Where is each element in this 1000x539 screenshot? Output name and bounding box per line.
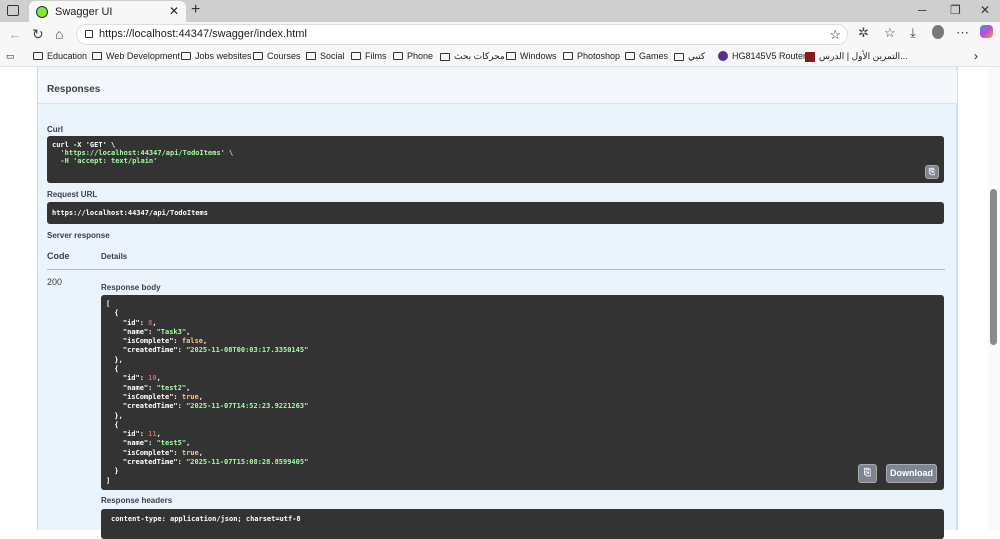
status-code: 200 (47, 277, 63, 287)
extensions-icon[interactable]: ✲ (858, 25, 869, 41)
url-text: https://localhost:44347/swagger/index.ht… (99, 28, 307, 40)
close-tab-icon[interactable]: ✕ (169, 4, 179, 18)
page-content: Responses Curl curl -X 'GET' \ 'https://… (0, 67, 988, 539)
curl-label: Curl (47, 125, 63, 134)
bookmark-folder[interactable]: Social (306, 51, 345, 61)
lock-icon (85, 30, 93, 38)
bookmark-lesson[interactable]: التمرين الأول | الدرس... (805, 51, 908, 62)
minimize-button[interactable]: ─ (918, 3, 927, 17)
swagger-logo-icon (36, 5, 48, 18)
sidebar-toggle-icon[interactable] (7, 5, 19, 16)
copy-response-icon[interactable]: ⎘ (858, 464, 877, 483)
bookmark-folder[interactable]: Courses (253, 51, 301, 61)
scrollbar-thumb[interactable] (990, 189, 997, 345)
copy-curl-icon[interactable]: ⎘ (925, 165, 939, 179)
download-button[interactable]: Download (886, 464, 937, 483)
restore-button[interactable]: ❐ (950, 3, 961, 17)
tab-title: Swagger UI (55, 5, 113, 18)
tab-swagger[interactable]: Swagger UI ✕ (29, 1, 186, 22)
page-scrollbar[interactable] (988, 67, 1000, 530)
favorite-star-icon[interactable]: ☆ (829, 25, 841, 44)
bookmark-folder[interactable]: Education (33, 51, 87, 61)
bookmark-folder[interactable]: محركات بحث (440, 51, 505, 62)
bookmark-folder[interactable]: Phone (393, 51, 433, 61)
response-body-block: [ { "id": 8, "name": "Task3", "isComplet… (101, 295, 944, 490)
more-menu-icon[interactable]: ⋯ (956, 25, 969, 41)
bookmark-router[interactable]: HG8145V5 Router (718, 51, 806, 61)
request-url-block: https://localhost:44347/api/TodoItems (47, 202, 944, 224)
bookmarks-menu-icon[interactable]: ▭ (6, 51, 15, 62)
bookmark-folder[interactable]: Windows (506, 51, 557, 61)
bookmark-folder[interactable]: Jobs websites (181, 51, 252, 61)
response-headers-label: Response headers (101, 496, 173, 505)
responses-heading: Responses (38, 70, 957, 104)
request-url-label: Request URL (47, 190, 98, 199)
tab-bar: Swagger UI ✕ + ─ ❐ ✕ (0, 0, 1000, 22)
details-column-header: Details (101, 252, 128, 261)
operation-panel: Responses Curl curl -X 'GET' \ 'https://… (37, 67, 958, 539)
copilot-icon[interactable] (980, 25, 993, 38)
bookmarks-bar: ▭ Education Web Development Jobs website… (0, 46, 1000, 67)
server-response-label: Server response (47, 231, 110, 240)
address-input[interactable]: https://localhost:44347/swagger/index.ht… (76, 24, 848, 45)
curl-code-block: curl -X 'GET' \ 'https://localhost:44347… (47, 136, 944, 183)
home-icon[interactable]: ⌂ (55, 26, 63, 42)
back-icon[interactable]: ← (8, 26, 22, 42)
bookmark-folder[interactable]: Films (351, 51, 387, 61)
new-tab-button[interactable]: + (191, 1, 200, 19)
downloads-icon[interactable]: ⤓ (910, 25, 916, 41)
response-headers-block: content-type: application/json; charset=… (101, 509, 944, 539)
bookmark-folder[interactable]: Games (625, 51, 668, 61)
bookmark-folder[interactable]: Photoshop (563, 51, 620, 61)
close-window-button[interactable]: ✕ (980, 3, 990, 17)
address-bar-row: ← ↻ ⌂ https://localhost:44347/swagger/in… (0, 22, 1000, 46)
bookmark-folder[interactable]: كتبي (674, 51, 705, 62)
favorites-icon[interactable]: ☆ (884, 25, 896, 41)
code-column-header: Code (47, 251, 70, 261)
response-body-label: Response body (101, 283, 161, 292)
bookmark-folder[interactable]: Web Development (92, 51, 180, 61)
bookmarks-overflow-chevron-icon[interactable]: › (974, 49, 978, 63)
refresh-icon[interactable]: ↻ (32, 26, 44, 43)
divider (47, 269, 945, 270)
profile-avatar[interactable] (932, 25, 944, 39)
